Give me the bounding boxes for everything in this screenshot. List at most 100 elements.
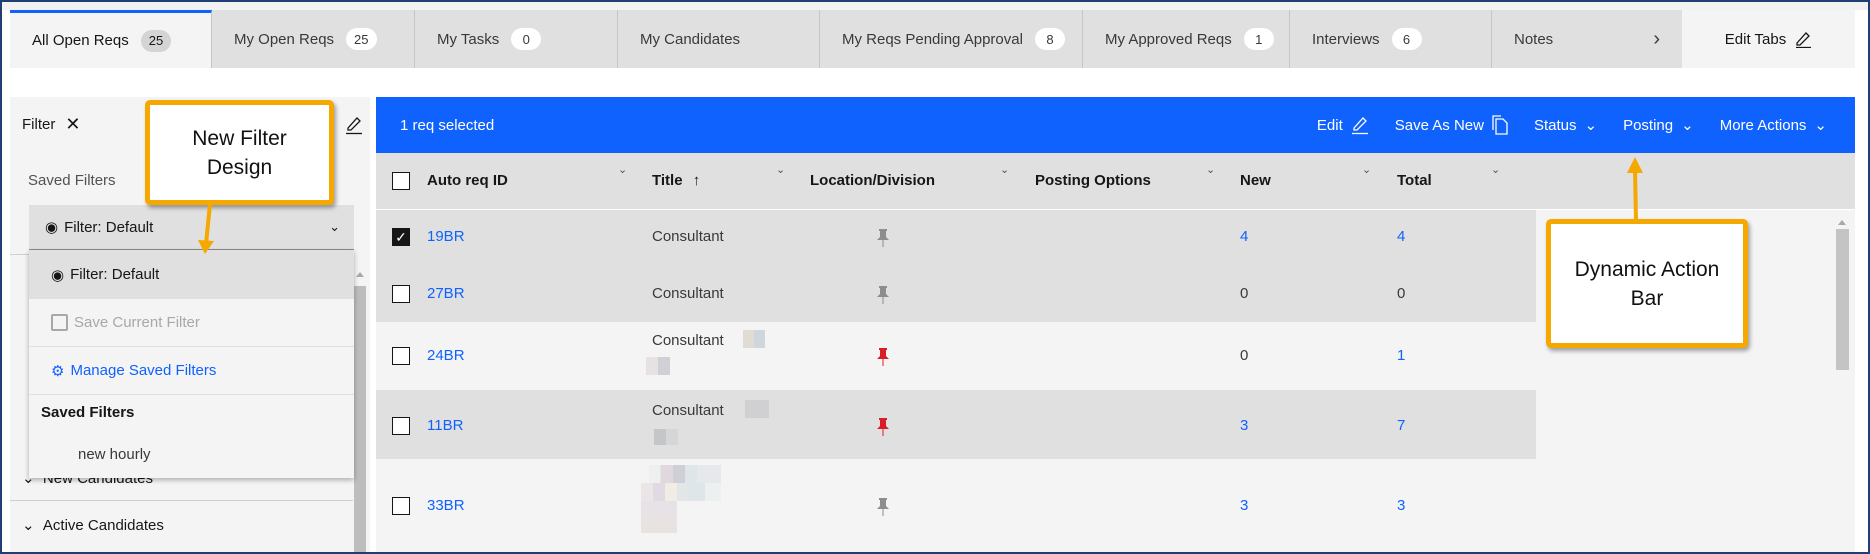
tab-count-badge: 0 (511, 28, 542, 50)
menu-item-label: Manage Saved Filters (70, 362, 217, 379)
tab-my-open-reqs[interactable]: My Open Reqs 25 (212, 10, 415, 68)
pin-icon[interactable] (876, 417, 890, 437)
table-row[interactable]: 33BR 3 3 (376, 459, 1536, 554)
menu-item-manage-saved-filters[interactable]: ⚙ Manage Saved Filters (29, 347, 354, 395)
tab-my-tasks[interactable]: My Tasks 0 (415, 10, 618, 68)
sidebar-scrollbar[interactable] (353, 268, 367, 554)
pencil-icon[interactable] (345, 115, 363, 135)
chevron-right-icon[interactable]: › (1653, 28, 1660, 51)
posting-label: Posting (1623, 116, 1674, 134)
tab-my-reqs-pending-approval[interactable]: My Reqs Pending Approval 8 (820, 10, 1083, 68)
column-header-title[interactable]: Title ↑ (652, 172, 700, 189)
menu-item-saved-filter[interactable]: new hourly (29, 430, 354, 478)
row-checkbox[interactable] (392, 347, 410, 365)
tab-my-approved-reqs[interactable]: My Approved Reqs 1 (1083, 10, 1290, 68)
top-strip (0, 0, 1870, 10)
tab-my-candidates[interactable]: My Candidates (618, 10, 820, 68)
column-menu-chevron-icon[interactable]: ⌄ (618, 163, 627, 176)
new-count-link[interactable]: 4 (1240, 228, 1248, 245)
edit-tabs-label: Edit Tabs (1724, 30, 1787, 48)
total-count-link[interactable]: 7 (1397, 417, 1405, 434)
row-checkbox[interactable] (392, 417, 410, 435)
gear-icon: ⚙ (51, 362, 65, 380)
menu-item-save-current-filter[interactable]: Save Current Filter (29, 299, 354, 347)
req-id-link[interactable]: 19BR (427, 228, 465, 245)
req-id-link[interactable]: 33BR (427, 497, 465, 514)
req-id-link[interactable]: 24BR (427, 347, 465, 364)
tab-count-badge: 1 (1243, 28, 1274, 50)
new-filter-design-callout: New Filter Design (145, 100, 334, 205)
table-row[interactable]: 11BR Consultant 3 7 (376, 390, 1536, 459)
chevron-down-icon: ⌄ (1584, 117, 1598, 134)
scroll-up-icon[interactable] (356, 272, 364, 277)
row-checkbox[interactable]: ✓ (392, 228, 410, 246)
column-header-location-division[interactable]: Location/Division (810, 172, 935, 189)
tab-all-open-reqs[interactable]: All Open Reqs 25 (10, 10, 212, 68)
table-scrollbar[interactable] (1834, 210, 1851, 554)
column-menu-chevron-icon[interactable]: ⌄ (776, 163, 785, 176)
chevron-down-icon: ⌄ (1681, 117, 1694, 134)
redacted-text (745, 400, 769, 418)
tab-notes[interactable]: Notes › (1492, 10, 1682, 68)
pin-icon[interactable] (876, 228, 890, 248)
req-id-link[interactable]: 27BR (427, 285, 465, 302)
edit-tabs-button[interactable]: Edit Tabs (1682, 10, 1855, 68)
total-count-link[interactable]: 4 (1397, 228, 1405, 245)
column-header-new[interactable]: New (1240, 172, 1271, 189)
pin-icon[interactable] (876, 497, 890, 517)
table-row[interactable]: ✓ 19BR Consultant 4 4 (376, 210, 1536, 265)
column-header-auto-req-id[interactable]: Auto req ID (427, 172, 508, 189)
new-count-link[interactable]: 3 (1240, 497, 1248, 514)
column-menu-chevron-icon[interactable]: ⌄ (1362, 163, 1371, 176)
saved-filters-label: Saved Filters (28, 172, 116, 189)
menu-item-default-filter[interactable]: ◉ Filter: Default (29, 250, 354, 299)
posting-dropdown[interactable]: Posting ⌄ (1623, 116, 1694, 135)
close-icon[interactable]: ✕ (65, 114, 80, 135)
chevron-down-icon: ⌄ (1814, 117, 1827, 134)
menu-item-label: Save Current Filter (74, 314, 200, 331)
table-row[interactable]: 27BR Consultant 0 0 (376, 265, 1536, 322)
new-count-link[interactable]: 3 (1240, 417, 1248, 434)
scrollbar-thumb[interactable] (1836, 229, 1849, 370)
row-checkbox[interactable] (392, 497, 410, 515)
tab-label: My Reqs Pending Approval (842, 30, 1023, 48)
column-menu-chevron-icon[interactable]: ⌄ (1000, 163, 1009, 176)
tab-label: Notes (1514, 30, 1554, 48)
status-dropdown[interactable]: Status ⌄ (1534, 116, 1598, 135)
sort-ascending-icon: ↑ (692, 172, 701, 189)
column-header-total[interactable]: Total (1397, 172, 1432, 189)
redacted-text (646, 357, 670, 375)
selection-count: 1 req selected (400, 116, 495, 134)
pencil-icon (1351, 117, 1368, 135)
select-all-checkbox[interactable] (392, 172, 410, 190)
pin-icon[interactable] (876, 347, 890, 367)
table-row[interactable]: 24BR Consultant 0 1 (376, 322, 1536, 390)
pin-icon[interactable] (876, 285, 890, 305)
column-header-posting-options[interactable]: Posting Options (1035, 172, 1151, 189)
new-count: 0 (1240, 285, 1249, 302)
redacted-text (641, 483, 721, 501)
callout-arrow-icon (198, 203, 214, 254)
accordion-item-active-candidates[interactable]: ⌄ Active Candidates (22, 516, 164, 534)
more-actions-dropdown[interactable]: More Actions ⌄ (1720, 116, 1827, 135)
eye-icon: ◉ (45, 219, 59, 236)
total-count-link[interactable]: 3 (1397, 497, 1405, 514)
redacted-text (654, 429, 678, 445)
scrollbar-thumb[interactable] (354, 286, 366, 554)
total-count-link[interactable]: 1 (1397, 347, 1405, 364)
row-checkbox[interactable] (392, 285, 410, 303)
tab-interviews[interactable]: Interviews 6 (1290, 10, 1492, 68)
redacted-text (641, 501, 677, 533)
req-id-link[interactable]: 11BR (427, 417, 463, 434)
eye-icon: ◉ (51, 266, 65, 284)
edit-button[interactable]: Edit (1317, 115, 1369, 135)
callout-text: Dynamic Action (1574, 257, 1720, 281)
tab-label: All Open Reqs (32, 32, 129, 49)
save-as-new-button[interactable]: Save As New (1395, 115, 1508, 135)
scroll-up-icon[interactable] (1838, 220, 1846, 225)
accordion-label: Active Candidates (42, 517, 164, 534)
column-menu-chevron-icon[interactable]: ⌄ (1491, 163, 1500, 176)
column-menu-chevron-icon[interactable]: ⌄ (1206, 163, 1215, 176)
filter-title: Filter (22, 116, 56, 133)
saved-filters-section-header: Saved Filters (41, 404, 135, 421)
